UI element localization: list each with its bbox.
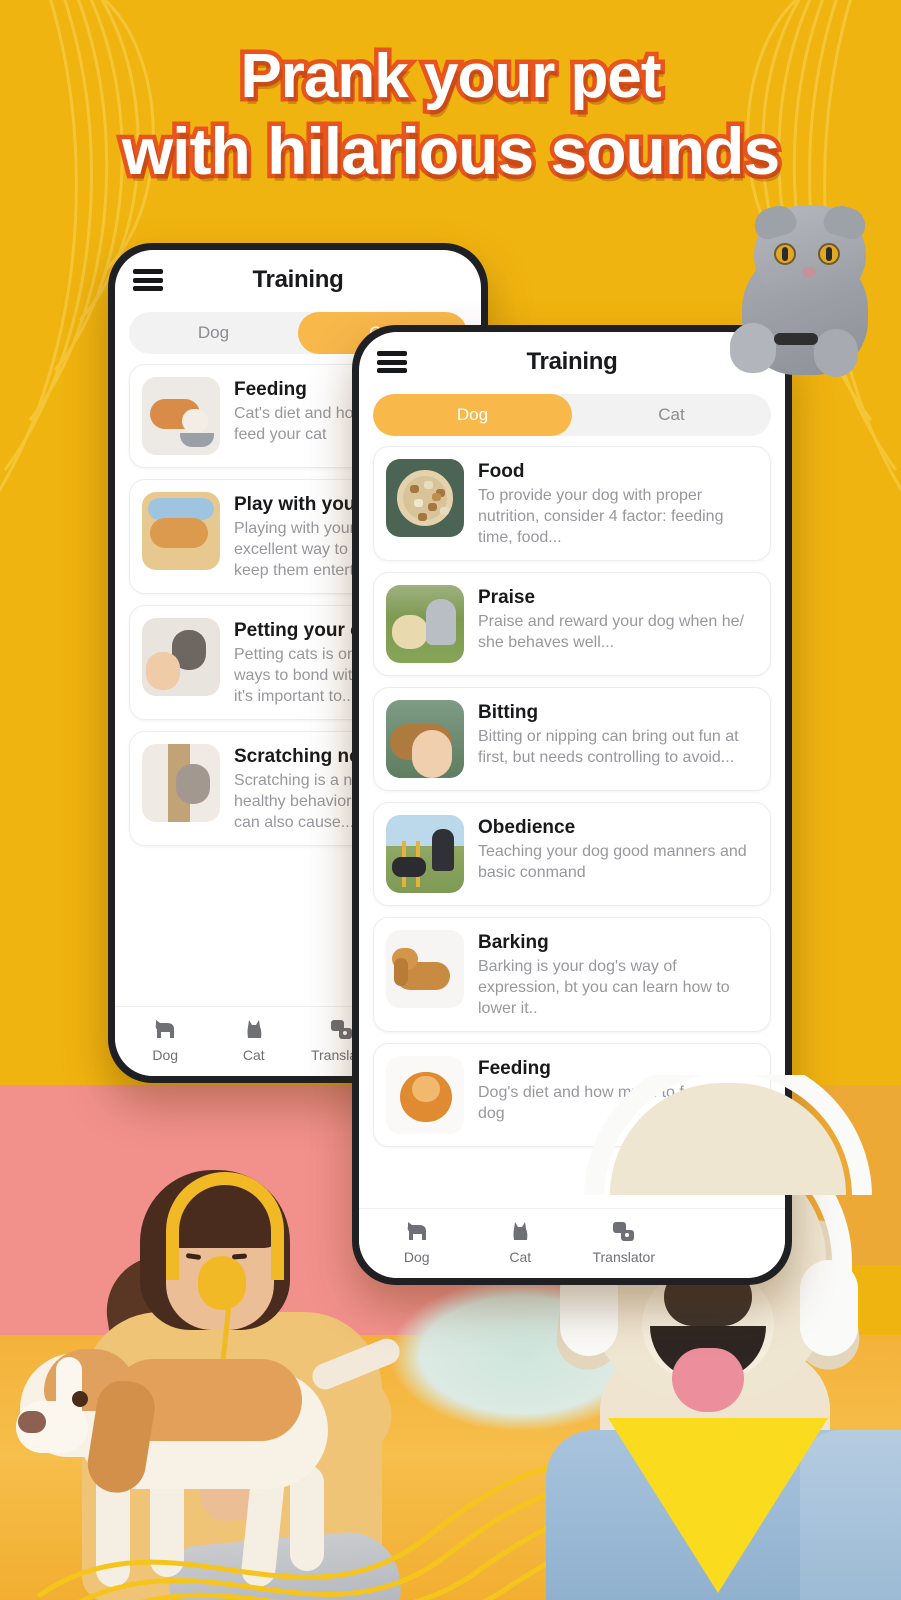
promo-screenshot: Prank your pet with hilarious sounds Tra… (0, 0, 901, 1600)
list-item[interactable]: Food To provide your dog with proper nut… (373, 446, 771, 561)
card-title: Praise (478, 587, 536, 608)
woman-petting-cat-image (142, 618, 220, 696)
cat-icon (210, 1018, 299, 1044)
page-title-front: Training (526, 348, 618, 375)
card-title: Barking (478, 932, 549, 953)
list-item[interactable]: Barking Barking is your dog's way of exp… (373, 917, 771, 1032)
cat-icon (469, 1220, 573, 1246)
app-header-back: Training (115, 250, 481, 302)
headline-line-2: with hilarious sounds (117, 110, 784, 193)
card-title: Obedience (478, 817, 576, 838)
list-item[interactable]: Obedience Teaching your dog good manners… (373, 802, 771, 906)
translator-icon (572, 1220, 676, 1246)
tab-label: Dog (403, 1249, 430, 1265)
dog-agility-training-image (386, 815, 464, 893)
segmented-control-front: Dog Cat (373, 394, 771, 436)
tab-label: Translator (592, 1249, 655, 1265)
card-description: To provide your dog with proper nutritio… (478, 487, 724, 546)
barking-spaniel-image (386, 930, 464, 1008)
tab-cat-back[interactable]: Cat (210, 1018, 299, 1065)
segment-dog-back[interactable]: Dog (129, 312, 298, 354)
promo-headline: Prank your pet with hilarious sounds (0, 38, 901, 193)
card-description: Barking is your dog's way of expression,… (478, 958, 730, 1017)
tab-label: Dog (152, 1047, 179, 1063)
list-item[interactable]: Praise Praise and reward your dog when h… (373, 572, 771, 676)
cat-scratching-post-image (142, 744, 220, 822)
list-item[interactable]: Bitting Bitting or nipping can bring out… (373, 687, 771, 791)
tab-cat-front[interactable]: Cat (469, 1220, 573, 1267)
grey-scottish-fold-cat-image (718, 201, 878, 380)
dog-icon (365, 1220, 469, 1246)
bottom-tabbar-front: Dog Cat Translator (359, 1208, 785, 1278)
dog-food-bowl-image (386, 459, 464, 537)
tab-label: Cat (242, 1047, 265, 1063)
dog-training-list: Food To provide your dog with proper nut… (359, 436, 785, 1147)
card-description: Bitting or nipping can bring out fun at … (478, 728, 739, 766)
hamburger-menu-icon[interactable] (133, 269, 163, 291)
hamburger-menu-icon[interactable] (377, 351, 407, 373)
tab-dog-front[interactable]: Dog (365, 1220, 469, 1267)
segment-cat-front[interactable]: Cat (572, 394, 771, 436)
headline-line-1: Prank your pet (236, 38, 666, 116)
tab-translator-front[interactable]: Translator (572, 1220, 676, 1267)
dog-icon (121, 1018, 210, 1044)
cat-eating-image (142, 377, 220, 455)
tab-dog-back[interactable]: Dog (121, 1018, 210, 1065)
page-title-back: Training (252, 266, 344, 293)
kitten-playing-image (142, 492, 220, 570)
labrador-overlap-top (520, 1075, 901, 1195)
card-title: Bitting (478, 702, 539, 723)
card-description: Praise and reward your dog when he/ she … (478, 613, 744, 651)
pomeranian-image (386, 1056, 464, 1134)
segment-dog-front[interactable]: Dog (373, 394, 572, 436)
card-description: Teaching your dog good manners and basic… (478, 843, 747, 881)
card-title: Food (478, 461, 525, 482)
man-praising-dog-image (386, 585, 464, 663)
dog-biting-hand-image (386, 700, 464, 778)
tab-label: Cat (509, 1249, 532, 1265)
